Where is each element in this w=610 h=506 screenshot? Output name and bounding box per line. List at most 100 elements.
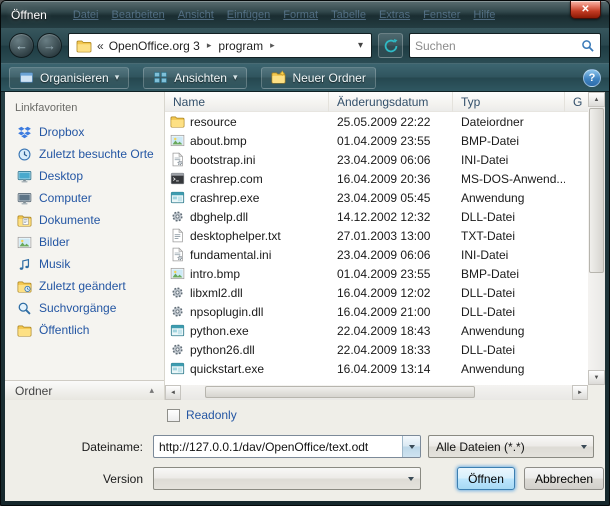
public-icon bbox=[17, 323, 32, 338]
scroll-right-button[interactable]: ► bbox=[572, 385, 588, 400]
scroll-down-button[interactable]: ▼ bbox=[588, 370, 605, 385]
forward-button[interactable]: → bbox=[37, 33, 62, 58]
cancel-button[interactable]: Abbrechen bbox=[524, 467, 604, 490]
file-row-bootstrap-ini[interactable]: bootstrap.ini23.04.2009 06:06INI-Datei bbox=[165, 150, 588, 169]
column-header-g[interactable]: G bbox=[565, 92, 590, 112]
scroll-up-button[interactable]: ▲ bbox=[588, 92, 605, 107]
address-bar[interactable]: « OpenOffice.org 3 ▸ program ▸ ▾ bbox=[68, 33, 372, 58]
version-row: Version Öffnen Abbrechen bbox=[5, 467, 605, 490]
column-header-typ[interactable]: Typ bbox=[453, 92, 565, 112]
file-row-desktophelper-txt[interactable]: desktophelper.txt27.01.2003 13:00TXT-Dat… bbox=[165, 226, 588, 245]
horizontal-scrollbar-thumb[interactable] bbox=[205, 386, 475, 398]
sidebar-item-dropbox[interactable]: Dropbox bbox=[5, 121, 164, 143]
sidebar-item-label: Zuletzt geändert bbox=[39, 279, 126, 293]
file-type-cell: DLL-Datei bbox=[453, 343, 565, 357]
search-input[interactable] bbox=[415, 39, 581, 53]
folders-expander[interactable]: Ordner ▴ bbox=[5, 380, 164, 400]
file-row-dbghelp-dll[interactable]: dbghelp.dll14.12.2002 12:32DLL-Datei bbox=[165, 207, 588, 226]
main-area: Linkfavoriten DropboxZuletzt besuchte Or… bbox=[5, 92, 605, 400]
file-type-cell: Anwendung bbox=[453, 324, 565, 338]
filetype-combobox[interactable]: Alle Dateien (*.*) bbox=[428, 435, 594, 458]
breadcrumb-separator-icon[interactable]: ▸ bbox=[207, 40, 212, 51]
background-menu-item: Einfügen bbox=[227, 9, 270, 21]
vertical-scrollbar-thumb[interactable] bbox=[589, 108, 604, 273]
breadcrumb-overflow-chevron[interactable]: « bbox=[97, 39, 104, 53]
file-row-quickstart-exe[interactable]: quickstart.exe16.04.2009 13:14Anwendung bbox=[165, 359, 588, 378]
scroll-down-icon: ▼ bbox=[594, 375, 600, 381]
file-row-crashrep-com[interactable]: crashrep.com16.04.2009 20:36MS-DOS-Anwen… bbox=[165, 169, 588, 188]
version-label: Version bbox=[5, 472, 153, 486]
folder-icon bbox=[170, 114, 185, 129]
file-type-cell: BMP-Datei bbox=[453, 267, 565, 281]
file-row-crashrep-exe[interactable]: crashrep.exe23.04.2009 05:45Anwendung bbox=[165, 188, 588, 207]
exe-icon bbox=[170, 361, 185, 376]
filename-dropdown-button[interactable] bbox=[402, 436, 420, 457]
background-menu-item: Format bbox=[283, 9, 318, 21]
sidebar: Linkfavoriten DropboxZuletzt besuchte Or… bbox=[5, 92, 165, 400]
version-value bbox=[154, 468, 402, 489]
breadcrumb-separator-icon[interactable]: ▸ bbox=[270, 40, 275, 51]
help-button[interactable]: ? bbox=[583, 69, 601, 87]
search-icon[interactable] bbox=[581, 39, 595, 53]
file-type-cell: MS-DOS-Anwend... bbox=[453, 172, 565, 186]
scroll-left-button[interactable]: ◄ bbox=[165, 385, 181, 400]
column-header-name[interactable]: Name bbox=[165, 92, 329, 112]
sidebar-item-musik[interactable]: Musik bbox=[5, 253, 164, 275]
column-header-änderungsdatum[interactable]: Änderungsdatum bbox=[329, 92, 453, 112]
horizontal-scrollbar[interactable]: ◄ ► bbox=[165, 385, 588, 400]
toolbar-button-organisieren[interactable]: Organisieren▾ bbox=[9, 67, 129, 89]
breadcrumb-item-program[interactable]: program bbox=[218, 39, 263, 53]
version-dropdown-button[interactable] bbox=[402, 468, 420, 489]
sidebar-item-computer[interactable]: Computer bbox=[5, 187, 164, 209]
sidebar-item-suchvorgänge[interactable]: Suchvorgänge bbox=[5, 297, 164, 319]
toolbar-button-label: Neuer Ordner bbox=[292, 71, 365, 85]
background-menu-item: Bearbeiten bbox=[112, 9, 165, 21]
file-name-label: resource bbox=[190, 115, 237, 129]
recently-changed-icon bbox=[17, 279, 32, 294]
file-row-intro-bmp[interactable]: intro.bmp01.04.2009 23:55BMP-Datei bbox=[165, 264, 588, 283]
sidebar-item-desktop[interactable]: Desktop bbox=[5, 165, 164, 187]
file-row-python-exe[interactable]: python.exe22.04.2009 18:43Anwendung bbox=[165, 321, 588, 340]
open-dialog: Öffnen DateiBearbeitenAnsichtEinfügenFor… bbox=[0, 0, 610, 506]
sidebar-item-dokumente[interactable]: Dokumente bbox=[5, 209, 164, 231]
txt-icon bbox=[170, 228, 185, 243]
version-combobox[interactable] bbox=[153, 467, 421, 490]
file-date-cell: 22.04.2009 18:43 bbox=[329, 324, 453, 338]
file-list-body: resource25.05.2009 22:22Dateiordnerabout… bbox=[165, 112, 588, 385]
views-icon bbox=[153, 70, 168, 85]
file-type-cell: Dateiordner bbox=[453, 115, 565, 129]
dialog-body: Linkfavoriten DropboxZuletzt besuchte Or… bbox=[5, 92, 605, 501]
filename-input[interactable] bbox=[154, 436, 402, 457]
file-row-fundamental-ini[interactable]: fundamental.ini23.04.2009 06:06INI-Datei bbox=[165, 245, 588, 264]
refresh-button[interactable] bbox=[378, 33, 403, 58]
filetype-dropdown-button[interactable] bbox=[575, 436, 593, 457]
file-row-npsoplugin-dll[interactable]: npsoplugin.dll16.04.2009 21:00DLL-Datei bbox=[165, 302, 588, 321]
sidebar-item-label: Dokumente bbox=[39, 213, 100, 227]
file-row-about-bmp[interactable]: about.bmp01.04.2009 23:55BMP-Datei bbox=[165, 131, 588, 150]
readonly-checkbox[interactable] bbox=[167, 409, 180, 422]
vertical-scrollbar[interactable]: ▲ ▼ bbox=[588, 92, 605, 385]
file-name-cell: bootstrap.ini bbox=[165, 152, 329, 167]
sidebar-item-öffentlich[interactable]: Öffentlich bbox=[5, 319, 164, 341]
file-row-python26-dll[interactable]: python26.dll22.04.2009 18:33DLL-Datei bbox=[165, 340, 588, 359]
file-row-libxml2-dll[interactable]: libxml2.dll16.04.2009 12:02DLL-Datei bbox=[165, 283, 588, 302]
exe-icon bbox=[170, 190, 185, 205]
breadcrumb-item-openoffice-org-3[interactable]: OpenOffice.org 3 bbox=[109, 39, 200, 53]
sidebar-item-zuletzt-besuchte-orte[interactable]: Zuletzt besuchte Orte bbox=[5, 143, 164, 165]
readonly-label[interactable]: Readonly bbox=[186, 408, 237, 422]
sidebar-item-bilder[interactable]: Bilder bbox=[5, 231, 164, 253]
searches-icon bbox=[17, 301, 32, 316]
file-row-resource[interactable]: resource25.05.2009 22:22Dateiordner bbox=[165, 112, 588, 131]
window-title: Öffnen bbox=[11, 8, 47, 22]
navigation-bar: ← → « OpenOffice.org 3 ▸ program ▸ ▾ bbox=[1, 28, 609, 63]
file-date-cell: 16.04.2009 20:36 bbox=[329, 172, 453, 186]
sidebar-item-zuletzt-geändert[interactable]: Zuletzt geändert bbox=[5, 275, 164, 297]
scroll-right-icon: ► bbox=[577, 390, 583, 396]
open-button[interactable]: Öffnen bbox=[457, 467, 515, 490]
address-dropdown-icon[interactable]: ▾ bbox=[354, 40, 367, 51]
toolbar-button-ansichten[interactable]: Ansichten▾ bbox=[143, 67, 247, 89]
file-name-cell: quickstart.exe bbox=[165, 361, 329, 376]
toolbar-button-neuer-ordner[interactable]: Neuer Ordner bbox=[261, 67, 375, 89]
back-button[interactable]: ← bbox=[9, 33, 34, 58]
close-button[interactable]: ✕ bbox=[570, 1, 601, 19]
